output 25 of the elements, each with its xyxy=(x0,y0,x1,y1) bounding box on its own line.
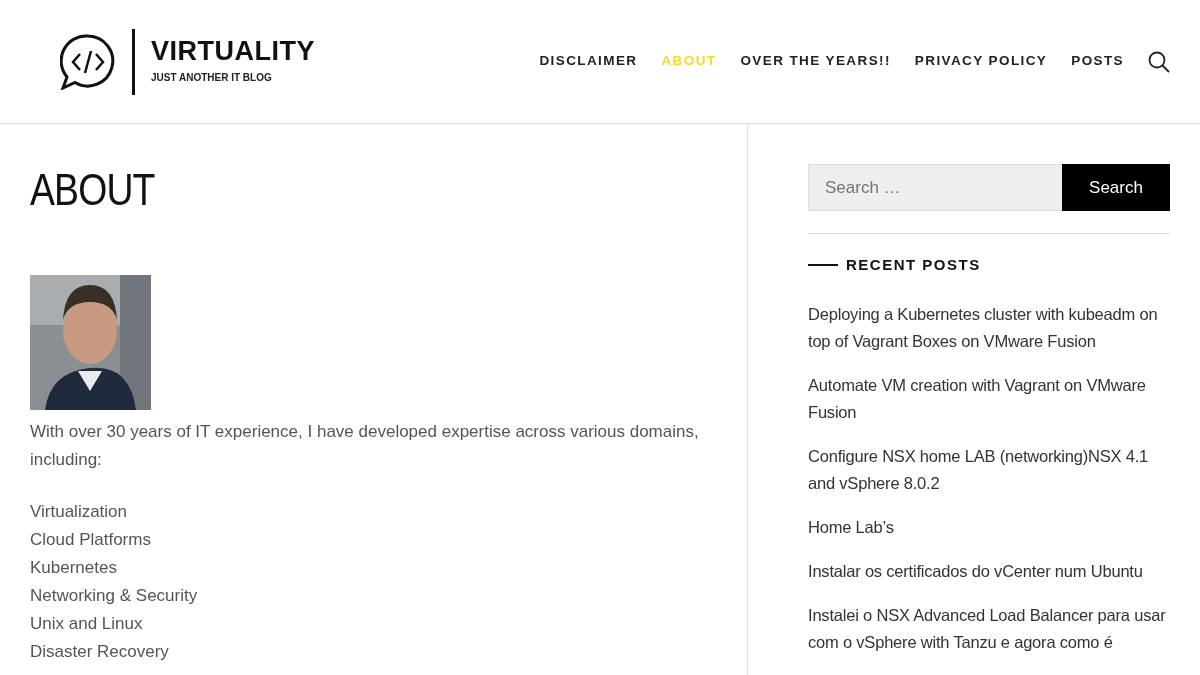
list-item: Cloud Platforms xyxy=(30,528,152,551)
search-field[interactable]: Search … xyxy=(808,164,1062,211)
nav-link[interactable]: OVER THE YEARS!! xyxy=(740,51,891,72)
post-link[interactable]: Home Lab’s xyxy=(808,513,1170,541)
section-heading: RECENT POSTS xyxy=(846,255,981,275)
post-link[interactable]: Instalar os certificados do vCenter num Ubuntu xyxy=(808,557,1170,585)
list-item: Disaster Recovery xyxy=(30,640,170,663)
logo-icon xyxy=(60,33,116,90)
nav-link[interactable]: PRIVACY POLICY xyxy=(914,51,1048,72)
site-title[interactable]: VIRTUALITY xyxy=(151,38,315,65)
list-item: Virtualization xyxy=(30,500,129,523)
page-title: ABOUT xyxy=(30,164,156,216)
nav-link[interactable]: DISCLAIMER xyxy=(539,51,638,72)
post-link[interactable]: Deploying a Kubernetes cluster with kubeadm on top of Vagrant Boxes on VMware Fusion xyxy=(808,300,1170,355)
post-link[interactable]: Instalei o NSX Advanced Load Balancer para usar com o vSphere with Tanzu e agora como é xyxy=(808,601,1170,656)
search-icon[interactable] xyxy=(1148,50,1170,73)
list-item: Networking & Security xyxy=(30,584,199,607)
nav-link[interactable]: POSTS xyxy=(1071,51,1124,72)
post-link[interactable]: Configure NSX home LAB (networking)NSX 4.1 and vSphere 8.0.2 xyxy=(808,442,1170,497)
search-button[interactable]: Search xyxy=(1062,164,1170,211)
post-link[interactable]: Automate VM creation with Vagrant on VMware Fusion xyxy=(808,371,1170,426)
intro-paragraph: With over 30 years of IT experience, I have developed expertise across various domains, including: xyxy=(30,420,700,471)
list-item: Unix and Linux xyxy=(30,612,144,635)
site-tagline: JUST ANOTHER IT BLOG xyxy=(151,71,273,85)
list-item: Kubernetes xyxy=(30,556,118,579)
